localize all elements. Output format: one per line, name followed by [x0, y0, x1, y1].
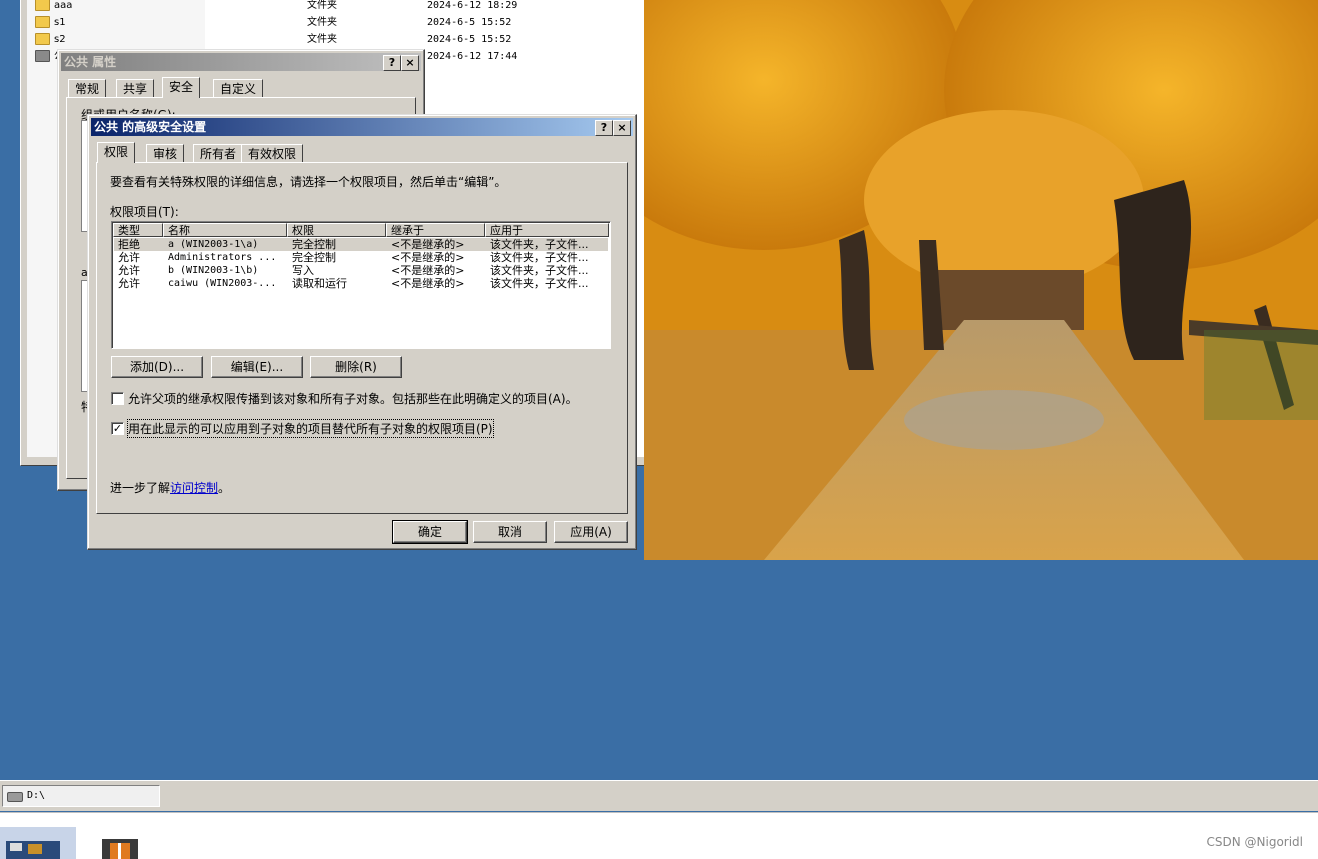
- column-header-inherited-from[interactable]: 继承于: [386, 223, 485, 237]
- tab-sharing[interactable]: 共享: [116, 79, 155, 98]
- row-permission: 完全控制: [292, 238, 336, 251]
- row-inherited-from: <不是继承的>: [391, 277, 465, 290]
- thumbnail-icon[interactable]: [0, 827, 76, 859]
- row-type: 拒绝: [118, 238, 140, 251]
- apply-button[interactable]: 应用(A): [554, 521, 628, 543]
- ok-button[interactable]: 确定: [392, 520, 468, 544]
- file-date: 2024-6-12 18:29: [427, 0, 518, 11]
- folder-icon: [35, 16, 50, 28]
- learn-more-suffix: 。: [218, 481, 231, 495]
- permission-entries-label: 权限项目(T):: [110, 205, 179, 219]
- row-permission: 读取和运行: [292, 277, 347, 290]
- tree-item-s2[interactable]: s2: [35, 32, 66, 48]
- help-button[interactable]: ?: [383, 55, 401, 71]
- file-type: 文件夹: [307, 34, 337, 45]
- status-bar: D:\: [0, 780, 1318, 811]
- replace-child-permissions-label: 用在此显示的可以应用到子对象的项目替代所有子对象的权限项目(P): [127, 419, 494, 438]
- row-name: Administrators ...: [168, 252, 277, 263]
- row-permission: 完全控制: [292, 251, 336, 264]
- folder-icon: [35, 50, 50, 62]
- tree-item-aaa[interactable]: aaa: [35, 0, 72, 14]
- replace-child-permissions-checkbox[interactable]: ✓: [111, 422, 124, 435]
- watermark-text: CSDN @Nigoridl: [1206, 835, 1303, 849]
- row-type: 允许: [118, 251, 140, 264]
- permissions-tab-panel: 要查看有关特殊权限的详细信息，请选择一个权限项目，然后单击“编辑”。 权限项目(…: [96, 162, 628, 514]
- autumn-road-image: [644, 0, 1318, 560]
- tab-owner[interactable]: 所有者: [193, 144, 244, 163]
- permission-entries-list[interactable]: 类型 名称 权限 继承于 应用于 拒绝 a (WIN2003-1\a) 完全控制…: [111, 221, 611, 349]
- column-header-permission[interactable]: 权限: [287, 223, 386, 237]
- advanced-security-dialog: 公共 的高级安全设置 ? × 权限 审核 所有者 有效权限 要查看有关特殊权限的…: [87, 114, 637, 550]
- tab-custom[interactable]: 自定义: [213, 79, 264, 98]
- inherit-permissions-label: 允许父项的继承权限传播到该对象和所有子对象。包括那些在此明确定义的项目(A)。: [128, 392, 578, 406]
- close-button[interactable]: ×: [613, 120, 631, 136]
- row-inherited-from: <不是继承的>: [391, 264, 465, 277]
- tab-general[interactable]: 常规: [68, 79, 107, 98]
- folder-icon: [35, 33, 50, 45]
- permission-row[interactable]: 拒绝 a (WIN2003-1\a) 完全控制 <不是继承的> 该文件夹，子文件…: [114, 238, 608, 251]
- row-name: b (WIN2003-1\b): [168, 265, 259, 276]
- edit-button[interactable]: 编辑(E)...: [211, 356, 303, 378]
- row-apply-to: 该文件夹，子文件...: [490, 251, 589, 264]
- file-date: 2024-6-5 15:52: [427, 34, 512, 45]
- tab-auditing[interactable]: 审核: [146, 144, 185, 163]
- column-header-type[interactable]: 类型: [113, 223, 163, 237]
- advanced-titlebar: 公共 的高级安全设置 ? ×: [91, 118, 633, 136]
- tab-effective-permissions[interactable]: 有效权限: [241, 144, 304, 163]
- row-inherited-from: <不是继承的>: [391, 238, 465, 251]
- add-button[interactable]: 添加(D)...: [111, 356, 203, 378]
- advanced-title: 公共 的高级安全设置: [94, 120, 207, 134]
- row-name: a (WIN2003-1\a): [168, 239, 259, 250]
- properties-titlebar: 公共 属性 ? ×: [61, 53, 421, 71]
- file-date: 2024-6-5 15:52: [427, 17, 512, 28]
- row-permission: 写入: [292, 264, 314, 277]
- row-name: caiwu (WIN2003-...: [168, 278, 277, 289]
- app-icon[interactable]: [102, 839, 138, 859]
- column-header-name[interactable]: 名称: [163, 223, 287, 237]
- tab-permissions[interactable]: 权限: [97, 142, 136, 163]
- file-type: 文件夹: [307, 0, 337, 11]
- address-text: D:\: [27, 790, 46, 801]
- row-type: 允许: [118, 264, 140, 277]
- close-button[interactable]: ×: [401, 55, 419, 71]
- help-button[interactable]: ?: [595, 120, 613, 136]
- row-inherited-from: <不是继承的>: [391, 251, 465, 264]
- cancel-button[interactable]: 取消: [473, 521, 547, 543]
- bottom-strip: CSDN @Nigoridl: [0, 812, 1318, 859]
- properties-title: 公共 属性: [64, 55, 117, 69]
- access-control-link[interactable]: 访问控制: [170, 481, 218, 495]
- permission-row[interactable]: 允许 Administrators ... 完全控制 <不是继承的> 该文件夹，…: [114, 251, 608, 264]
- learn-more-text: 进一步了解访问控制。: [110, 479, 230, 496]
- permission-row[interactable]: 允许 b (WIN2003-1\b) 写入 <不是继承的> 该文件夹，子文件..…: [114, 264, 608, 277]
- tab-security[interactable]: 安全: [162, 77, 201, 98]
- file-date: 2024-6-12 17:44: [427, 51, 518, 62]
- learn-more-prefix: 进一步了解: [110, 481, 171, 495]
- row-apply-to: 该文件夹，子文件...: [490, 277, 589, 290]
- remove-button[interactable]: 删除(R): [310, 356, 402, 378]
- column-header-apply-to[interactable]: 应用于: [485, 223, 609, 237]
- folder-icon: [35, 0, 50, 11]
- file-type: 文件夹: [307, 17, 337, 28]
- row-apply-to: 该文件夹，子文件...: [490, 264, 589, 277]
- drive-icon: [7, 792, 23, 802]
- row-apply-to: 该文件夹，子文件...: [490, 238, 589, 251]
- wallpaper-photo: [644, 0, 1318, 560]
- address-field[interactable]: D:\: [2, 785, 160, 807]
- row-type: 允许: [118, 277, 140, 290]
- inherit-permissions-checkbox[interactable]: [111, 392, 124, 405]
- tree-item-s1[interactable]: s1: [35, 15, 66, 31]
- intro-text: 要查看有关特殊权限的详细信息，请选择一个权限项目，然后单击“编辑”。: [110, 175, 507, 189]
- permission-row[interactable]: 允许 caiwu (WIN2003-... 读取和运行 <不是继承的> 该文件夹…: [114, 277, 608, 290]
